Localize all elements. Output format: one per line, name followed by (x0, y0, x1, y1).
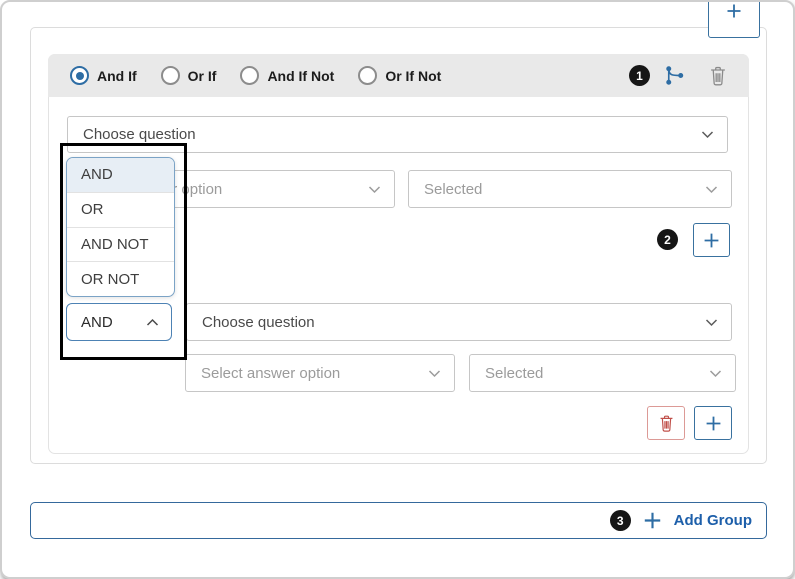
callout-badge-3: 3 (610, 510, 631, 531)
condition2-selected-select[interactable]: Selected (469, 354, 736, 392)
chevron-down-icon (428, 369, 441, 378)
operator-value: AND (81, 314, 113, 331)
condition1-question-placeholder: Choose question (83, 126, 196, 143)
condition2-selected-placeholder: Selected (485, 365, 543, 382)
radio-unselected-icon (358, 66, 377, 85)
chevron-down-icon (701, 130, 714, 139)
chevron-down-icon (705, 185, 718, 194)
radio-or-if-not[interactable]: Or If Not (358, 66, 441, 85)
condition1-question-select[interactable]: Choose question (67, 116, 728, 153)
radio-and-if[interactable]: And If (70, 66, 137, 85)
radio-and-if-label: And If (97, 68, 137, 84)
callout-badge-2: 2 (657, 229, 678, 250)
chevron-down-icon (705, 318, 718, 327)
logic-builder-panel: And If Or If And If Not Or If Not 1 (0, 0, 795, 579)
radio-or-if-label: Or If (188, 68, 217, 84)
condition1-selected-select[interactable]: Selected (408, 170, 732, 208)
condition2-question-select[interactable]: Choose question (186, 303, 732, 341)
condition1-selected-placeholder: Selected (424, 181, 482, 198)
flow-icon (663, 64, 686, 87)
trash-icon (707, 64, 729, 88)
radio-unselected-icon (161, 66, 180, 85)
trash-icon (657, 413, 676, 434)
plus-icon (726, 3, 742, 19)
partial-add-button[interactable] (708, 0, 760, 38)
operator-option-and[interactable]: AND (67, 158, 174, 193)
group-header-actions: 1 (629, 64, 729, 88)
radio-unselected-icon (240, 66, 259, 85)
group-logic-header: And If Or If And If Not Or If Not 1 (48, 54, 749, 97)
add-condition-button-2[interactable] (694, 406, 732, 440)
operator-select-trigger[interactable]: AND (66, 303, 172, 341)
radio-and-if-not[interactable]: And If Not (240, 66, 334, 85)
chevron-up-icon (146, 318, 159, 327)
radio-or-if[interactable]: Or If (161, 66, 217, 85)
delete-group-button[interactable] (707, 64, 729, 88)
condition2-question-placeholder: Choose question (202, 314, 315, 331)
chevron-down-icon (709, 369, 722, 378)
operator-option-or-not[interactable]: OR NOT (67, 262, 174, 296)
add-group-label: Add Group (674, 512, 752, 529)
radio-and-if-not-label: And If Not (267, 68, 334, 84)
condition2-answer-option-select[interactable]: Select answer option (185, 354, 455, 392)
operator-dropdown-list: AND OR AND NOT OR NOT (66, 157, 175, 297)
radio-selected-icon (70, 66, 89, 85)
add-condition-button[interactable] (693, 223, 730, 257)
chevron-down-icon (368, 185, 381, 194)
add-group-bar[interactable]: 3 Add Group (30, 502, 767, 539)
plus-icon (643, 511, 662, 530)
flow-structure-button[interactable] (663, 64, 686, 87)
operator-option-or[interactable]: OR (67, 193, 174, 228)
plus-icon (705, 415, 722, 432)
delete-condition-button[interactable] (647, 406, 685, 440)
callout-badge-1: 1 (629, 65, 650, 86)
radio-or-if-not-label: Or If Not (385, 68, 441, 84)
plus-icon (703, 232, 720, 249)
condition2-answer-option-placeholder: Select answer option (201, 365, 340, 382)
operator-option-and-not[interactable]: AND NOT (67, 228, 174, 263)
